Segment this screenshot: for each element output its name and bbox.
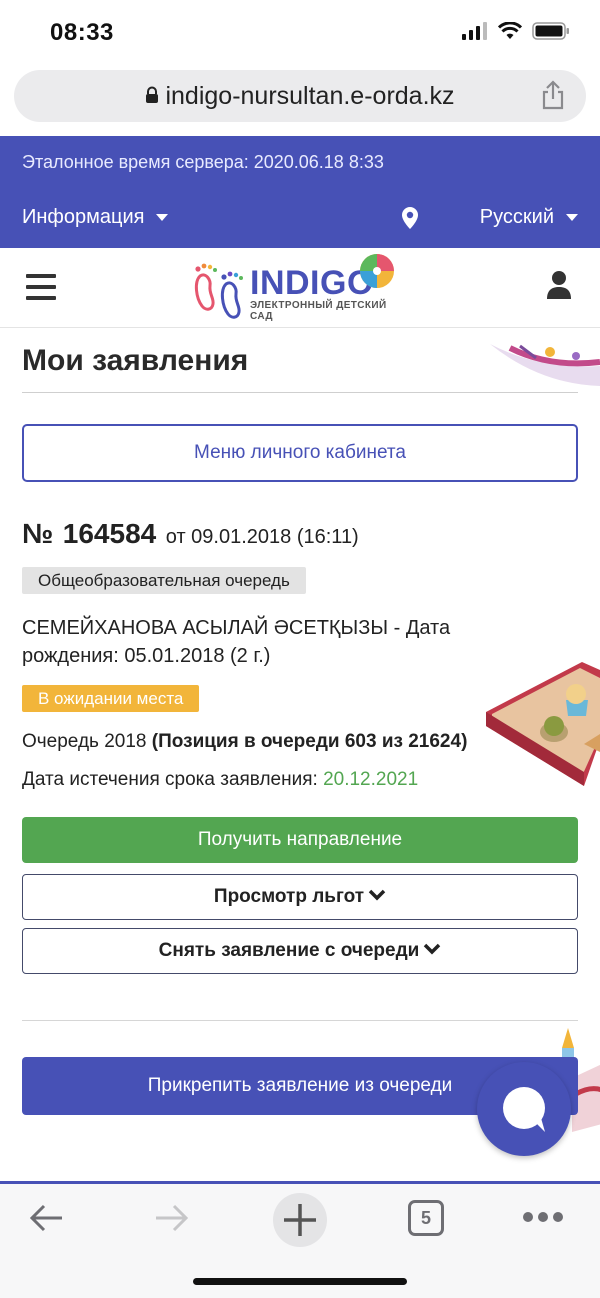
section-divider [22,1020,578,1021]
status-bar: 08:33 [0,0,600,66]
url-text: indigo-nursultan.e-orda.kz [165,82,455,110]
chevron-down-icon [368,890,386,901]
withdraw-label: Снять заявление с очереди [158,940,420,961]
sandbox-illustration [486,662,600,786]
forward-arrow-icon[interactable] [152,1198,192,1238]
server-time: Эталонное время сервера: 2020.06.18 8:33 [22,152,384,172]
share-icon[interactable] [540,80,566,110]
application-header: № 164584 от 09.01.2018 (16:11) [22,518,359,550]
queue-label: Очередь 2018 [22,731,147,752]
chat-button[interactable] [477,1062,571,1156]
cabinet-menu-button[interactable]: Меню личного кабинета [22,424,578,482]
address-bar[interactable]: indigo-nursultan.e-orda.kz [14,70,586,122]
language-menu[interactable]: Русский [480,206,578,229]
view-benefits-label: Просмотр льгот [213,886,365,907]
carousel-illustration [490,344,600,386]
info-menu[interactable]: Информация [22,206,169,229]
queue-position: Очередь 2018 (Позиция в очереди 603 из 2… [22,731,467,753]
map-marker-icon[interactable] [400,206,420,230]
logo-title: INDIGO [250,264,374,302]
withdraw-application-button[interactable]: Снять заявление с очереди [22,928,578,974]
child-info: СЕМЕЙХАНОВА АСЫЛАЙ ӘСЕТҚЫЗЫ - Дата рожде… [22,614,532,670]
application-date: от 09.01.2018 (16:11) [165,526,359,548]
page-title: Мои заявления [22,344,249,377]
chevron-down-icon [424,944,441,955]
logo-bar: INDIGO ЭЛЕКТРОННЫЙ ДЕТСКИЙ САД [0,248,600,328]
site-header: Эталонное время сервера: 2020.06.18 8:33… [0,136,600,248]
cellular-signal-icon [462,22,487,40]
logo-subtitle: ЭЛЕКТРОННЫЙ ДЕТСКИЙ САД [250,300,387,322]
title-divider [22,392,578,393]
expire-label: Дата истечения срока заявления: [22,769,318,790]
chat-bubble-icon [503,1087,545,1132]
status-time: 08:33 [50,19,114,46]
caret-down-icon [156,214,169,221]
home-indicator [193,1278,407,1285]
status-icons [462,22,570,40]
application-number: 164584 [62,518,157,549]
beach-ball-icon [360,254,394,288]
indigo-logo[interactable]: INDIGO ЭЛЕКТРОННЫЙ ДЕТСКИЙ САД [192,254,412,322]
language-label: Русский [479,206,554,228]
url-display[interactable]: indigo-nursultan.e-orda.kz [14,82,586,111]
expire-date: 20.12.2021 [323,769,419,790]
user-icon[interactable] [546,270,572,300]
hamburger-menu-icon[interactable] [26,274,56,300]
expire-info: Дата истечения срока заявления: 20.12.20… [22,769,418,791]
back-arrow-icon[interactable] [26,1198,66,1238]
get-direction-button[interactable]: Получить направление [22,817,578,863]
battery-icon [532,22,569,40]
queue-position-value: (Позиция в очереди 603 из 21624) [151,731,468,752]
new-tab-plus-icon[interactable] [272,1192,328,1248]
info-menu-label: Информация [22,206,145,228]
more-dots-icon[interactable] [522,1210,564,1224]
child-name: СЕМЕЙХАНОВА АСЫЛАЙ ӘСЕТҚЫЗЫ [22,617,389,639]
status-badge: В ожидании места [22,685,200,712]
wifi-icon [498,22,522,39]
caret-down-icon [566,214,578,221]
queue-type-badge: Общеобразовательная очередь [22,567,306,594]
lock-icon [146,86,159,104]
tabs-count-button[interactable]: 5 [408,1200,444,1236]
view-benefits-button[interactable]: Просмотр льгот [22,874,578,920]
footprints-icon [194,263,243,319]
application-number-prefix: № [22,518,54,549]
